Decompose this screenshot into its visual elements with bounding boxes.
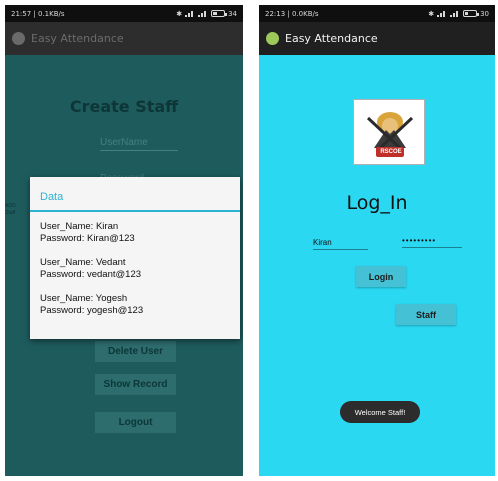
edge-label: ADD [5,203,16,209]
username-input[interactable]: UserName [100,137,178,151]
logout-button[interactable]: Logout [95,412,176,433]
status-time: 22:13 | 0.0KB/s [265,9,319,18]
battery-level: 34 [228,9,237,18]
show-record-button[interactable]: Show Record [95,374,176,395]
page-title: Create Staff [69,97,179,116]
record-item: User_Name: Yogesh Password: yogesh@123 [40,293,143,317]
data-dialog: Data User_Name: Kiran Password: Kiran@12… [30,177,240,339]
dialog-divider [30,210,240,212]
edge-label: Staff [5,210,16,216]
status-time: 21:57 | 0.1KB/s [11,9,65,18]
signal-icon [450,10,460,17]
battery-icon [463,10,480,17]
password-input[interactable]: ••••••••• [402,236,462,248]
record-password: Password: Kiran@123 [40,233,135,244]
login-button[interactable]: Login [356,266,406,287]
page-title: Log_In [346,192,408,214]
app-bar: Easy Attendance [259,22,495,55]
record-password: Password: vedant@123 [40,269,142,280]
record-username: User_Name: Kiran [40,221,119,232]
record-item: User_Name: Vedant Password: vedant@123 [40,257,141,281]
welcome-toast: Welcome Staff! [340,401,420,423]
signal-icon [198,10,208,17]
app-title: Easy Attendance [31,32,124,45]
signal-icon [185,10,195,17]
status-bar: 21:57 | 0.1KB/s ✱ 34 [5,5,243,22]
signal-icon [437,10,447,17]
battery-level: 30 [480,9,489,18]
app-logo-icon [12,32,25,45]
record-item: User_Name: Kiran Password: Kiran@123 [40,221,135,245]
create-staff-screen: 21:57 | 0.1KB/s ✱ 34 Easy Attendance Cre… [5,5,243,476]
record-password: Password: yogesh@123 [40,305,144,316]
record-username: User_Name: Yogesh [40,293,128,304]
app-logo-icon [266,32,279,45]
app-bar: Easy Attendance [5,22,243,55]
rscoe-emblem-icon: RSCOE [353,99,425,165]
battery-icon [211,10,228,17]
bluetooth-icon: ✱ [176,9,183,18]
dialog-title: Data [40,191,64,203]
username-input[interactable]: Kiran [313,238,368,250]
record-username: User_Name: Vedant [40,257,126,268]
staff-button[interactable]: Staff [396,304,456,325]
app-title: Easy Attendance [285,32,378,45]
bluetooth-icon: ✱ [428,9,435,18]
logo-text: RSCOE [380,149,402,155]
login-screen: 22:13 | 0.0KB/s ✱ 30 Easy Attendance RSC… [259,5,495,476]
delete-user-button[interactable]: Delete User [95,341,176,362]
status-bar: 22:13 | 0.0KB/s ✱ 30 [259,5,495,22]
